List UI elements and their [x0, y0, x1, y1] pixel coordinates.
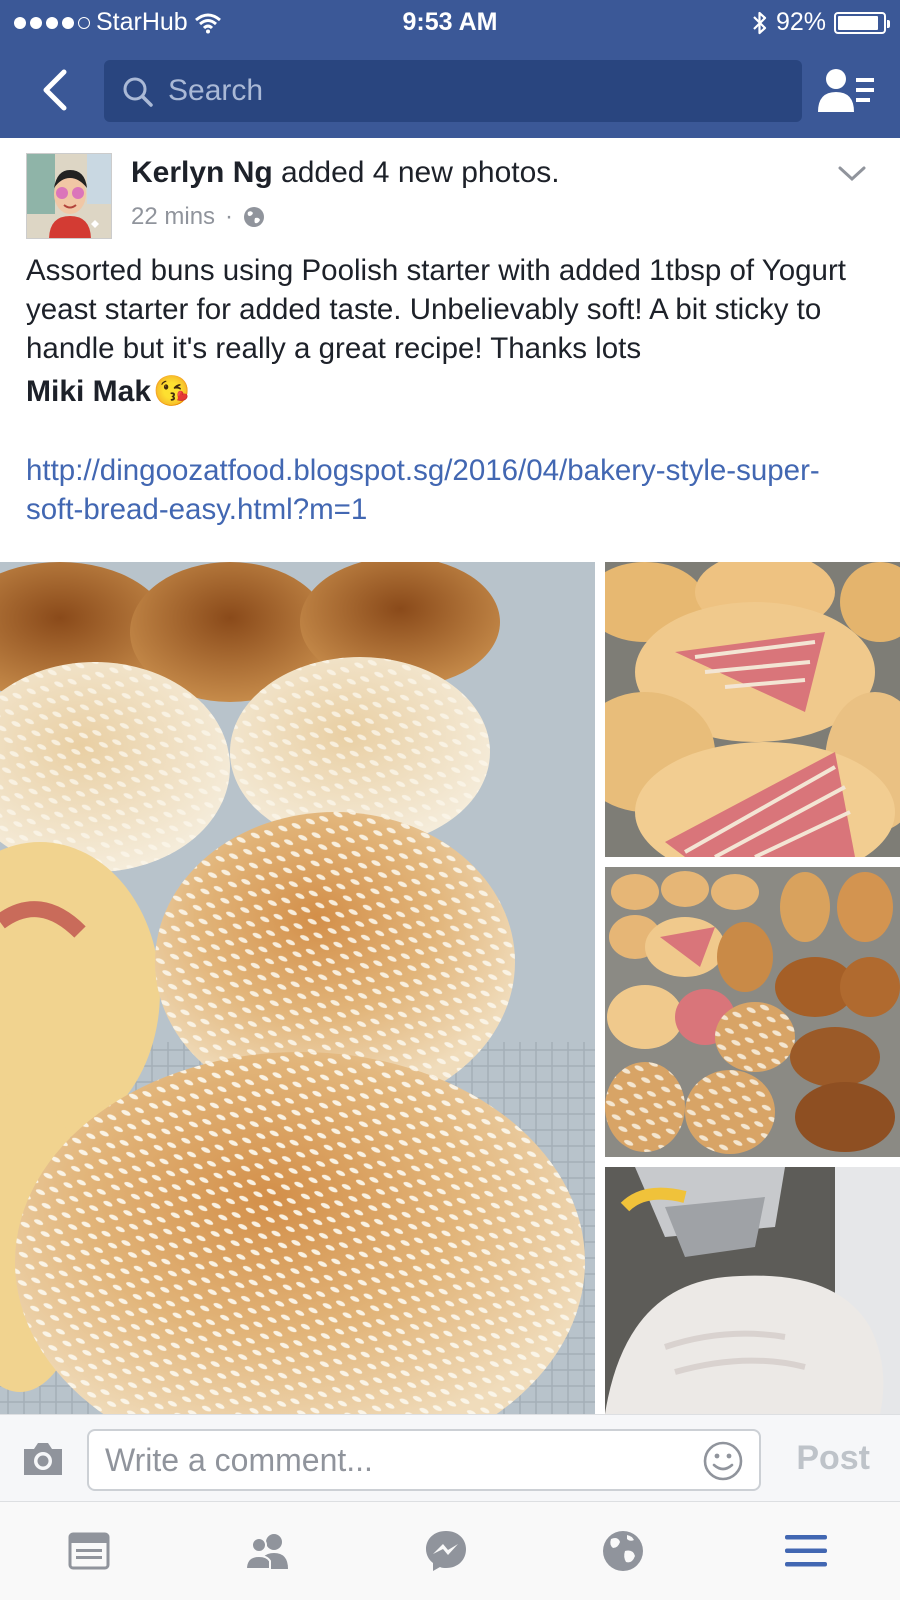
chevron-down-icon[interactable]	[834, 160, 870, 188]
meta-separator: ·	[225, 203, 234, 230]
avatar-image	[27, 154, 111, 238]
friends-icon	[244, 1534, 288, 1570]
messenger-tab[interactable]	[411, 1520, 481, 1582]
bottom-tab-bar	[0, 1502, 900, 1600]
hamburger-menu-icon	[785, 1535, 827, 1567]
post-body-text: Assorted buns using Poolish starter with…	[26, 254, 846, 365]
comment-input[interactable]	[105, 1431, 685, 1489]
photo-ham-buns[interactable]	[605, 562, 900, 857]
notifications-tab[interactable]	[588, 1520, 658, 1582]
friends-tab[interactable]	[233, 1520, 303, 1582]
bluetooth-icon	[753, 11, 767, 34]
messenger-icon	[426, 1531, 466, 1571]
mention-line: Miki Mak 😘	[26, 374, 190, 409]
status-bar: StarHub 9:53 AM 92%	[0, 0, 900, 44]
battery-icon	[834, 11, 890, 34]
top-navigation-bar: StarHub 9:53 AM 92%	[0, 0, 900, 138]
search-bar[interactable]	[104, 60, 802, 122]
status-right: 92%	[752, 8, 890, 37]
search-icon	[123, 77, 153, 107]
globe-notifications-icon	[603, 1531, 643, 1571]
news-feed-tab[interactable]	[54, 1520, 124, 1582]
post-link[interactable]: http://dingoozatfood.blogspot.sg/2016/04…	[26, 451, 866, 529]
ham-buns-image	[605, 562, 900, 857]
sesame-buns-image	[0, 562, 595, 1414]
battery-level	[838, 15, 879, 30]
post-comment-button[interactable]: Post	[796, 1439, 870, 1478]
dough-image	[605, 1167, 900, 1414]
comment-bar: Post	[0, 1414, 900, 1502]
search-row	[0, 58, 900, 124]
avatar[interactable]	[26, 153, 112, 239]
photo-sesame-buns[interactable]	[0, 562, 595, 1414]
post-action: added 4 new photos.	[281, 156, 560, 189]
mentioned-user[interactable]: Miki Mak	[26, 375, 151, 409]
post-headline: Kerlyn Ng added 4 new photos.	[131, 156, 560, 190]
chevron-left-icon[interactable]	[36, 66, 76, 114]
globe-icon	[244, 207, 265, 227]
photo-collage	[0, 562, 900, 1414]
search-input[interactable]	[168, 60, 788, 122]
menu-tab[interactable]	[771, 1520, 841, 1582]
photo-bread-tray[interactable]	[605, 867, 900, 1157]
friend-requests-icon[interactable]	[816, 66, 876, 116]
battery-percent: 92%	[775, 8, 826, 36]
post-time[interactable]: 22 mins	[131, 203, 215, 231]
camera-icon[interactable]	[20, 1439, 66, 1479]
photo-dough[interactable]	[605, 1167, 900, 1414]
author-name[interactable]: Kerlyn Ng	[131, 156, 273, 189]
comment-box[interactable]	[87, 1429, 761, 1491]
post-meta: 22 mins ·	[131, 203, 265, 231]
bread-tray-image	[605, 867, 900, 1157]
smiley-icon[interactable]	[703, 1441, 743, 1481]
news-feed-icon	[68, 1532, 110, 1570]
kiss-emoji: 😘	[153, 375, 191, 408]
